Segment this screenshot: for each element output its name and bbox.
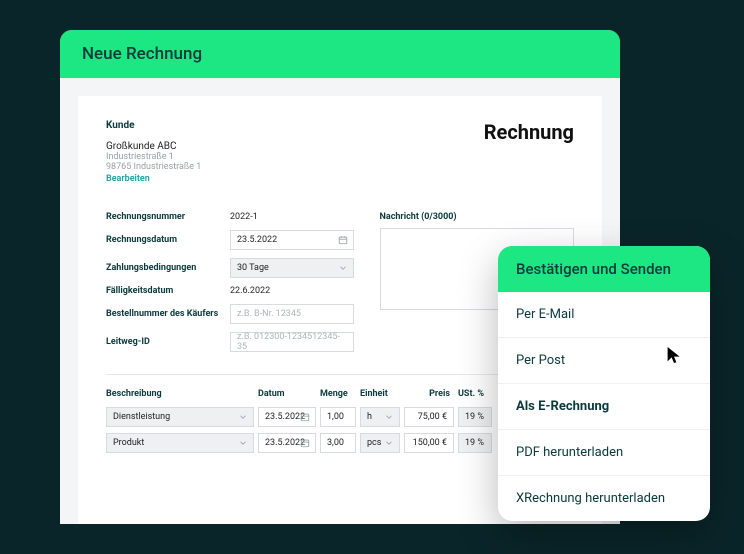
customer-street: Industriestraße 1 — [106, 152, 201, 162]
terms-value: 30 Tage — [237, 263, 269, 273]
customer-edit-link[interactable]: Bearbeiten — [106, 174, 201, 184]
send-email[interactable]: Per E-Mail — [498, 292, 710, 338]
row-desc-value: Produkt — [113, 438, 144, 448]
message-label: Nachricht (0/3000) — [380, 212, 574, 222]
row-desc-value: Dienstleistung — [113, 412, 170, 422]
row-qty-input[interactable]: 1,00 — [320, 407, 356, 427]
calendar-icon — [338, 235, 348, 245]
row-price-input[interactable]: 150,00 € — [404, 433, 454, 453]
chevron-down-icon — [384, 438, 394, 448]
chevron-down-icon — [238, 412, 248, 422]
row-desc-select[interactable]: Dienstleistung — [106, 407, 254, 427]
calendar-icon — [300, 412, 310, 422]
terms-label: Zahlungsbedingungen — [106, 263, 230, 273]
invoice-date-value: 23.5.2022 — [237, 235, 277, 245]
invoice-date-label: Rechnungsdatum — [106, 235, 230, 245]
row-unit-select[interactable]: pcs — [360, 433, 400, 453]
customer-cityline: 98765 Industriestraße 1 — [106, 162, 201, 172]
row-vat-select[interactable]: 19 % — [458, 407, 492, 427]
col-date: Datum — [258, 389, 320, 399]
col-desc: Beschreibung — [106, 389, 258, 399]
leitweg-label: Leitweg-ID — [106, 337, 230, 347]
download-pdf[interactable]: PDF herunterladen — [498, 430, 710, 476]
row-date-input[interactable]: 23.5.2022 — [258, 433, 316, 453]
buyer-ref-input[interactable]: z.B. B-Nr. 12345 — [230, 304, 354, 324]
send-post[interactable]: Per Post — [498, 338, 710, 384]
chevron-down-icon — [238, 438, 248, 448]
chevron-down-icon — [338, 263, 348, 273]
row-vat-select[interactable]: 19 % — [458, 433, 492, 453]
invoice-no-value: 2022-1 — [230, 212, 258, 222]
leitweg-input[interactable]: z.B. 012300-1234512345-35 — [230, 332, 354, 352]
col-unit: Einheit — [360, 389, 404, 399]
row-qty-input[interactable]: 3,00 — [320, 433, 356, 453]
chevron-down-icon — [384, 412, 394, 422]
customer-name: Großkunde ABC — [106, 141, 201, 152]
row-unit-value: pcs — [367, 438, 381, 448]
col-price: Preis — [404, 389, 458, 399]
customer-block: Kunde Großkunde ABC Industriestraße 1 98… — [106, 120, 201, 184]
customer-label: Kunde — [106, 120, 201, 131]
document-title: Rechnung — [484, 120, 574, 184]
send-einvoice[interactable]: Als E-Rechnung — [498, 384, 710, 430]
row-date-input[interactable]: 23.5.2022 — [258, 407, 316, 427]
row-unit-value: h — [367, 412, 372, 422]
send-menu: Bestätigen und Senden Per E-Mail Per Pos… — [498, 246, 710, 521]
terms-select[interactable]: 30 Tage — [230, 258, 354, 278]
invoice-date-input[interactable]: 23.5.2022 — [230, 230, 354, 250]
due-date-value: 22.6.2022 — [230, 286, 270, 296]
calendar-icon — [300, 438, 310, 448]
row-price-input[interactable]: 75,00 € — [404, 407, 454, 427]
send-menu-title: Bestätigen und Senden — [498, 246, 710, 292]
due-date-label: Fälligkeitsdatum — [106, 286, 230, 296]
buyer-ref-label: Bestellnummer des Käufers — [106, 309, 230, 319]
download-xrechnung[interactable]: XRechnung herunterladen — [498, 476, 710, 521]
page-title: Neue Rechnung — [60, 30, 620, 78]
col-vat: USt. % — [458, 389, 496, 399]
row-unit-select[interactable]: h — [360, 407, 400, 427]
col-qty: Menge — [320, 389, 360, 399]
invoice-no-label: Rechnungsnummer — [106, 212, 230, 222]
row-desc-select[interactable]: Produkt — [106, 433, 254, 453]
